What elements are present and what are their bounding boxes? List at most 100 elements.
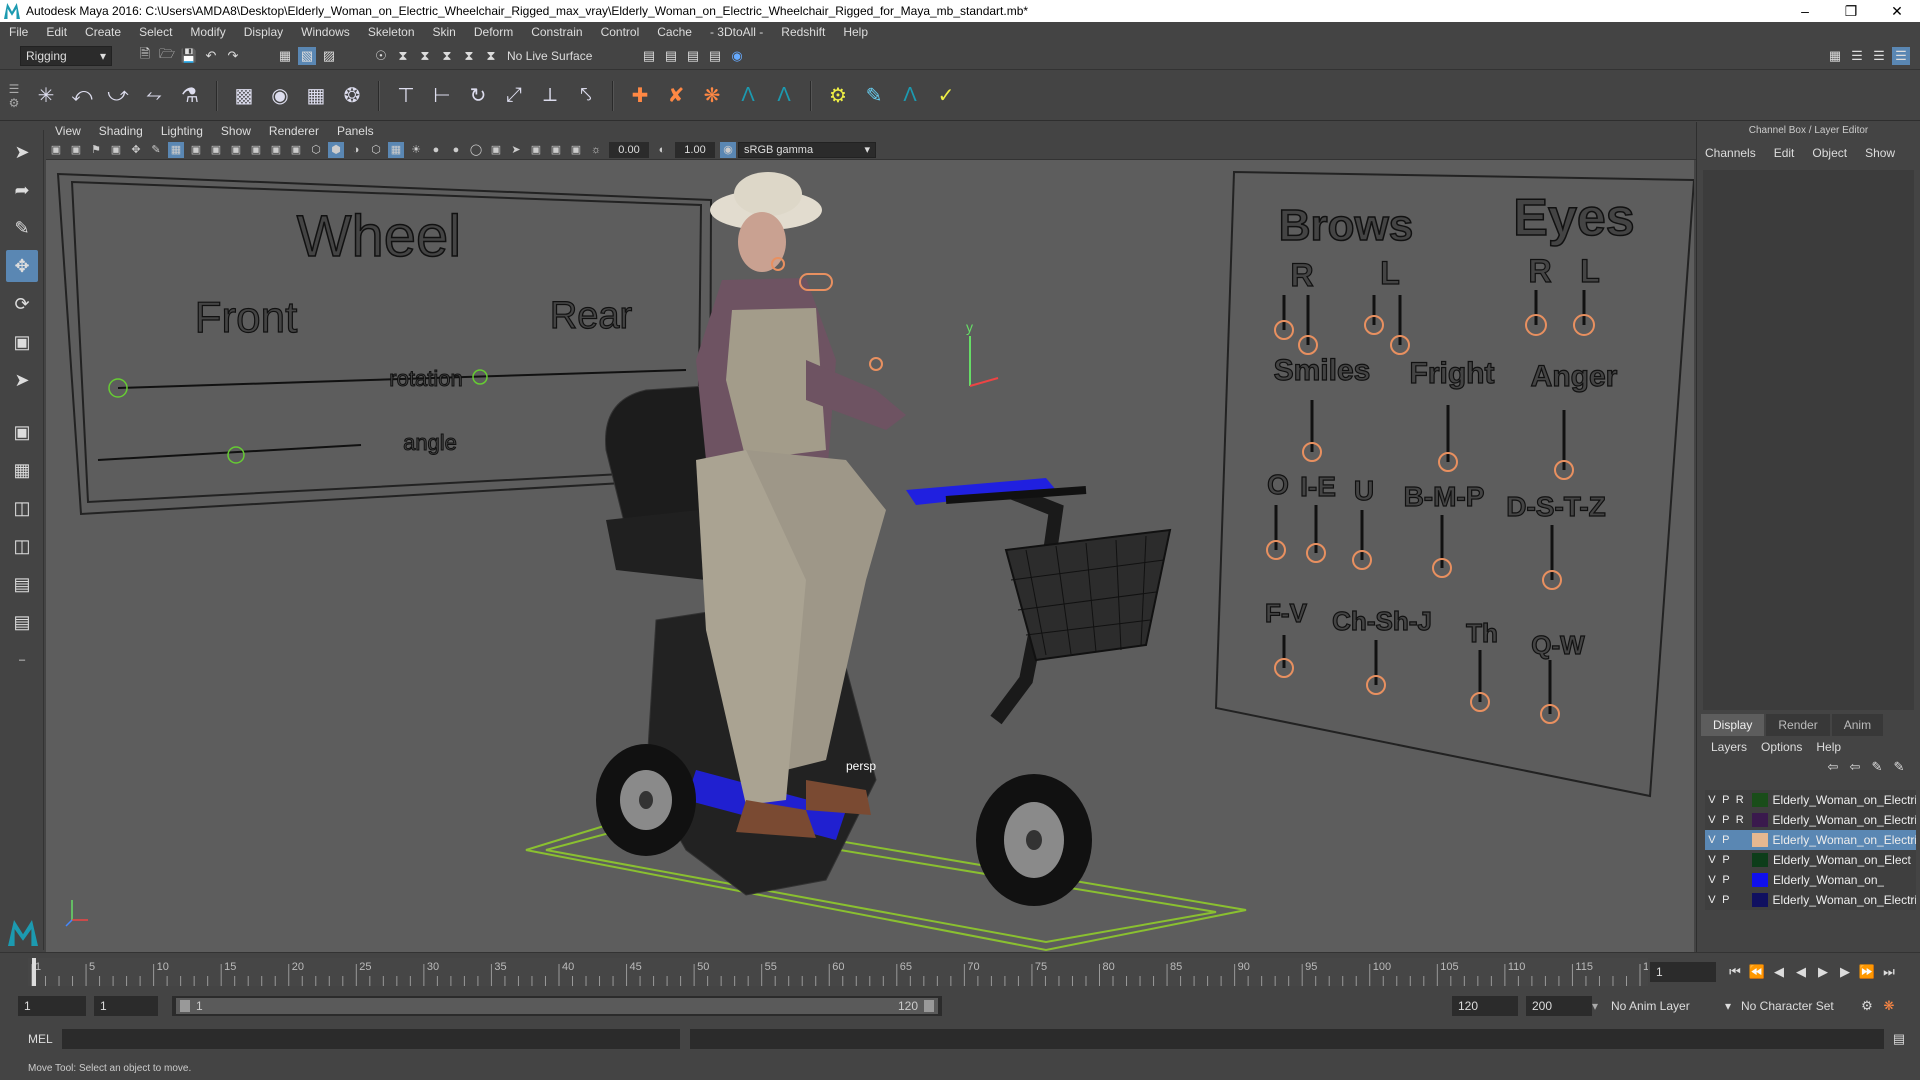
layer-playback-toggle[interactable]: P [1719,814,1733,826]
snap-curve-icon[interactable]: ⧗ [394,47,412,65]
panel-menu-show[interactable]: Show [212,124,260,138]
shelf-menu-icon[interactable]: ☰ ⚙ [0,73,28,119]
snap-live-icon[interactable]: ⧗ [482,47,500,65]
two-d-pan-icon[interactable]: ✥ [128,142,144,158]
exposure-field[interactable]: 0.00 [609,141,649,158]
four-layout-icon[interactable]: ▦ [6,454,38,486]
menu-modify[interactable]: Modify [181,25,234,39]
layer-visibility-toggle[interactable]: V [1705,874,1719,886]
channel-box-icon[interactable]: ☰ [1892,46,1910,65]
snap-grid-icon[interactable]: ☉ [372,47,390,65]
image-plane-icon[interactable]: ▣ [108,142,124,158]
menu-skin[interactable]: Skin [424,25,465,39]
shadows-icon[interactable]: ● [428,142,444,158]
panel-menu-lighting[interactable]: Lighting [152,124,212,138]
range-start-handle[interactable] [180,1000,190,1012]
menu-skeleton[interactable]: Skeleton [359,25,424,39]
xray-components-icon[interactable]: ▣ [568,142,584,158]
move-layer-down-icon[interactable]: ⇦ [1846,758,1864,776]
modeling-toolkit-icon[interactable]: ▦ [1826,47,1844,65]
character-set-dropdown[interactable]: No Character Set [1736,996,1856,1016]
insert-joint-icon[interactable]: ⥊ [139,81,169,111]
panel-menu-view[interactable]: View [46,124,90,138]
layer-row[interactable]: V P Elderly_Woman_on_Electri [1705,830,1916,850]
xray-icon[interactable]: ▣ [528,142,544,158]
playback-end-field[interactable]: 120 [1452,996,1518,1016]
render-frame-icon[interactable]: ▤ [662,47,680,65]
camera-attrs-icon[interactable]: ▣ [68,142,84,158]
panel-menu-panels[interactable]: Panels [328,124,383,138]
layer-display-type-toggle[interactable]: R [1733,794,1747,806]
open-scene-icon[interactable]: 🗁 [158,46,176,65]
orient-constraint-icon[interactable]: ↻ [463,81,493,111]
undo-icon[interactable]: ↶ [202,47,220,65]
point-constraint-icon[interactable]: ⊢ [427,81,457,111]
wireframe-icon[interactable]: ⬡ [308,142,324,158]
outliner-layout-icon[interactable]: ◫ [6,530,38,562]
menu-cache[interactable]: Cache [648,25,701,39]
hypergraph-layout-icon[interactable]: ▤ [6,606,38,638]
time-ruler[interactable]: 1 5 10 15 20 25 30 35 40 45 50 55 60 65 70 75 80 85 90 95 10… [28,958,1661,986]
smooth-shade-icon[interactable]: ⬢ [328,141,344,158]
play-forward-icon[interactable]: ▶ [1814,963,1832,981]
menu-file[interactable]: File [0,25,37,39]
use-all-lights-icon[interactable]: ☀ [408,142,424,158]
scale-tool-icon[interactable]: ▣ [6,326,38,358]
wireframe-on-shaded-icon[interactable]: ⬡ [368,142,384,158]
paint-tool-icon[interactable]: ✎ [859,81,889,111]
menu-windows[interactable]: Windows [292,25,359,39]
layer-visibility-toggle[interactable]: V [1705,794,1719,806]
layer-display-type-toggle[interactable]: R [1733,814,1747,826]
maya-m3-icon[interactable]: Λ [895,81,925,111]
menu-3dtoall[interactable]: - 3DtoAll - [701,25,772,39]
move-layer-up-icon[interactable]: ⇦ [1824,758,1842,776]
layer-color-swatch[interactable] [1752,873,1768,887]
command-language-label[interactable]: MEL [28,1032,62,1046]
anti-alias-icon[interactable]: ▣ [488,142,504,158]
layer-row[interactable]: V P Elderly_Woman_on_Elect [1705,850,1916,870]
tab-render[interactable]: Render [1766,714,1830,736]
menu-edit[interactable]: Edit [37,25,76,39]
layer-row[interactable]: V P R Elderly_Woman_on_Electri [1705,810,1916,830]
maya-m-icon[interactable]: Λ [733,81,763,111]
humanik-icon[interactable]: ❋ [697,81,727,111]
start-time-field[interactable]: 1 [18,996,86,1016]
restore-icon[interactable]: ❐ [1828,3,1874,20]
menu-set-dropdown[interactable]: Rigging ▾ [20,45,112,66]
step-forward-frame-icon[interactable]: ▶ [1836,963,1854,981]
select-tool-icon[interactable]: ➤ [6,136,38,168]
v-tool-icon[interactable]: ✓ [931,81,961,111]
menu-help[interactable]: Help [834,25,877,39]
electric-wheelchair-model[interactable] [596,385,1172,906]
single-layout-icon[interactable]: ▣ [6,416,38,448]
cb-menu-show[interactable]: Show [1865,146,1895,160]
new-layer-icon[interactable]: ✎ [1868,758,1886,776]
select-object-icon[interactable]: ▧ [298,46,316,65]
pole-vector-icon[interactable]: ⤣ [571,81,601,111]
snap-plane-icon[interactable]: ⧗ [438,47,456,65]
snap-point-icon[interactable]: ⧗ [416,47,434,65]
bind-skin-icon[interactable]: ▩ [229,81,259,111]
tab-display[interactable]: Display [1701,714,1765,736]
exposure-icon[interactable]: ☼ [588,142,604,158]
panel-menu-renderer[interactable]: Renderer [260,124,328,138]
joint-orient-icon[interactable]: ✘ [661,81,691,111]
safe-action-icon[interactable]: ▣ [268,142,284,158]
layer-playback-toggle[interactable]: P [1719,894,1733,906]
lasso-tool-icon[interactable]: ➦ [6,174,38,206]
ik-handle-icon[interactable]: ⤺ [67,81,97,111]
parent-constraint-icon[interactable]: ⊤ [391,81,421,111]
bookmark-icon[interactable]: ⚑ [88,142,104,158]
layer-visibility-toggle[interactable]: V [1705,854,1719,866]
layer-playback-toggle[interactable]: P [1719,854,1733,866]
layer-visibility-toggle[interactable]: V [1705,894,1719,906]
cb-menu-channels[interactable]: Channels [1705,146,1756,160]
tab-anim[interactable]: Anim [1831,714,1884,736]
play-back-icon[interactable]: ◀ [1792,963,1810,981]
two-layout-icon[interactable]: ◫ [6,492,38,524]
create-joints-icon[interactable]: ✳ [31,81,61,111]
isolate-select-icon[interactable]: ➤ [508,142,524,158]
screen-space-ao-icon[interactable]: ● [448,142,464,158]
end-time-field[interactable]: 200 [1526,996,1592,1016]
step-back-frame-icon[interactable]: ◀ [1770,963,1788,981]
